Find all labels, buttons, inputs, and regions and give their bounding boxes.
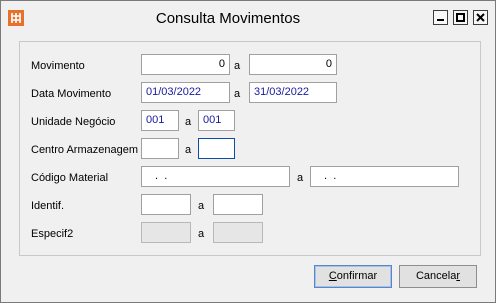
confirm-button-label: onfirmar (336, 270, 378, 282)
minimize-button[interactable] (433, 10, 448, 25)
especif2-separator: a (198, 228, 205, 240)
cancel-button-mnemonic: r (456, 270, 461, 282)
title-bar[interactable]: Consulta Movimentos (1, 1, 495, 34)
unidade-negocio-to-input[interactable]: 001 (198, 110, 235, 131)
movimento-to-input[interactable]: 0 (249, 54, 337, 75)
identif-label: Identif. (31, 200, 65, 212)
centro-armazenagem-label: Centro Armazenagem (31, 144, 138, 156)
data-movimento-separator: a (234, 88, 241, 100)
unidade-negocio-from-input[interactable]: 001 (141, 110, 179, 131)
unidade-negocio-label: Unidade Negócio (31, 116, 116, 128)
movimento-separator: a (234, 60, 241, 72)
centro-armazenagem-separator: a (185, 144, 192, 156)
movimento-from-input[interactable]: 0 (141, 54, 230, 75)
cancel-button-label: Cancela (415, 270, 457, 282)
identif-separator: a (198, 200, 205, 212)
data-movimento-label: Data Movimento (31, 88, 112, 100)
window-title: Consulta Movimentos (155, 10, 301, 27)
codigo-material-to-input[interactable]: . . (310, 166, 459, 187)
unidade-negocio-separator: a (185, 116, 192, 128)
confirm-button[interactable]: Confirmar (314, 265, 392, 288)
minimize-icon (437, 19, 444, 21)
close-icon (476, 13, 485, 22)
dialog-window: Consulta Movimentos Movimento 0 a 0 Data… (0, 0, 496, 303)
cancel-button[interactable]: Cancelar (399, 265, 477, 288)
maximize-icon (456, 13, 465, 22)
codigo-material-separator: a (297, 172, 304, 184)
identif-to-input[interactable] (213, 194, 263, 215)
maximize-button[interactable] (453, 10, 468, 25)
data-movimento-from-input[interactable]: 01/03/2022 (141, 82, 230, 103)
codigo-material-label: Código Material (31, 172, 109, 184)
especif2-from-input (141, 222, 191, 243)
especif2-label: Especif2 (31, 228, 74, 240)
close-button[interactable] (473, 10, 488, 25)
centro-armazenagem-to-input[interactable] (198, 138, 235, 159)
centro-armazenagem-from-input[interactable] (141, 138, 179, 159)
codigo-material-from-input[interactable]: . . (141, 166, 290, 187)
confirm-button-mnemonic: C (328, 270, 337, 282)
movimento-label: Movimento (31, 60, 85, 72)
data-movimento-to-input[interactable]: 31/03/2022 (249, 82, 337, 103)
identif-from-input[interactable] (141, 194, 191, 215)
especif2-to-input (213, 222, 263, 243)
